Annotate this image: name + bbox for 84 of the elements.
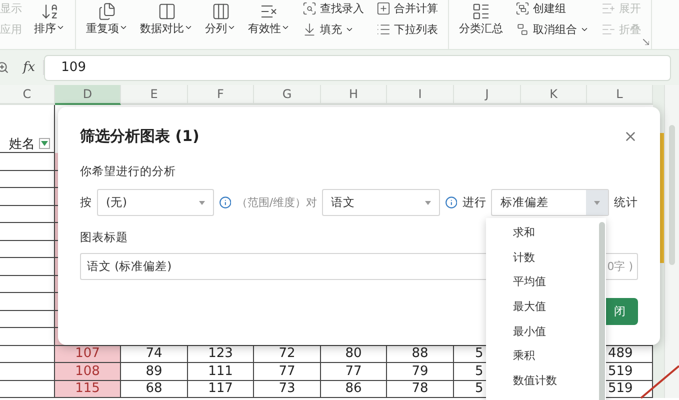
table-cell: 79 bbox=[387, 363, 454, 380]
table-cell bbox=[0, 293, 55, 310]
caret-icon bbox=[227, 23, 236, 32]
table-cell bbox=[0, 258, 55, 276]
table-cell bbox=[0, 276, 55, 293]
table-cell-text: 姓名 bbox=[9, 136, 35, 152]
ribbon-button[interactable]: 排序 bbox=[34, 0, 65, 48]
table-cell: 73 bbox=[254, 380, 321, 398]
table-cell bbox=[0, 310, 55, 328]
table-cell: 88 bbox=[387, 346, 454, 363]
group-icon bbox=[515, 1, 530, 16]
section-label: 你希望进行的分析 bbox=[80, 164, 176, 179]
table-cell bbox=[0, 188, 55, 206]
section-label: 图表标题 bbox=[80, 230, 128, 245]
ribbon-button[interactable]: 合并计算 bbox=[376, 1, 438, 16]
table-cell: 115 bbox=[55, 380, 121, 398]
list-minus-icon bbox=[601, 22, 616, 37]
ribbon-button[interactable]: 取消组合 bbox=[515, 22, 589, 37]
close-icon[interactable] bbox=[623, 129, 638, 144]
ribbon-button[interactable]: 查找录入 bbox=[302, 1, 364, 16]
table-cell: 89 bbox=[121, 363, 188, 380]
table-cell bbox=[0, 346, 55, 363]
table-cell: 108 bbox=[55, 363, 121, 380]
caret-icon bbox=[56, 23, 65, 32]
ribbon-button[interactable]: 创建组 bbox=[515, 1, 589, 16]
field-label: 按 bbox=[80, 195, 92, 210]
table-cell: 117 bbox=[188, 380, 254, 398]
caret-icon bbox=[580, 25, 589, 34]
caret-icon bbox=[198, 200, 205, 204]
table-cell bbox=[0, 363, 55, 380]
ribbon-button[interactable]: 有效性 bbox=[248, 0, 290, 48]
field-label: 统计 bbox=[614, 195, 638, 210]
range-hint: （范围/维度）对 bbox=[236, 195, 318, 210]
formula-field[interactable]: 109 bbox=[44, 54, 671, 80]
caret-icon bbox=[281, 23, 290, 32]
column-header[interactable]: D bbox=[55, 85, 121, 105]
ribbon-button[interactable]: 重复项 bbox=[86, 0, 128, 48]
caret-icon bbox=[119, 23, 128, 32]
table-cell: 68 bbox=[121, 380, 188, 398]
field-select[interactable]: 语文 bbox=[322, 189, 440, 216]
filter-button[interactable] bbox=[39, 138, 50, 149]
scan-icon bbox=[302, 1, 317, 16]
table-cell bbox=[0, 206, 55, 223]
info-icon[interactable] bbox=[218, 196, 232, 209]
caret-icon bbox=[424, 200, 431, 204]
group-select[interactable]: (无) bbox=[97, 189, 214, 216]
ribbon-button[interactable]: 填充 bbox=[302, 22, 364, 37]
dialog-title: 筛选分析图表 (1) bbox=[80, 127, 200, 146]
table-cell: 77 bbox=[254, 363, 321, 380]
table-cell bbox=[0, 170, 55, 188]
sort-icon bbox=[40, 2, 60, 21]
plus-square-icon bbox=[376, 1, 391, 16]
caret-icon bbox=[184, 23, 193, 32]
table-cell bbox=[0, 223, 55, 240]
list-plus-icon bbox=[601, 1, 616, 16]
files-icon bbox=[97, 2, 117, 21]
columns-icon bbox=[210, 2, 230, 21]
table-cell bbox=[0, 240, 55, 258]
table-cell: 123 bbox=[188, 346, 254, 363]
list-icon bbox=[471, 2, 491, 21]
ribbon-button[interactable]: 数据对比 bbox=[140, 0, 193, 48]
table-cell: 80 bbox=[321, 346, 387, 363]
ribbon-button[interactable]: 下拉列表 bbox=[376, 22, 438, 37]
table-cell: 86 bbox=[321, 380, 387, 398]
table-cell: 111 bbox=[188, 363, 254, 380]
table-cell: 74 bbox=[121, 346, 188, 363]
launcher-icon[interactable] bbox=[643, 39, 649, 45]
table-cell: 107 bbox=[55, 346, 121, 363]
ungroup-icon bbox=[515, 22, 530, 37]
table-cell: 78 bbox=[387, 380, 454, 398]
field-label: 进行 bbox=[462, 195, 486, 210]
info-icon[interactable] bbox=[444, 196, 458, 209]
annotation-line bbox=[639, 364, 679, 400]
stat-select[interactable]: 标准偏差 bbox=[491, 189, 609, 216]
ribbon-button[interactable]: 分类汇总 bbox=[459, 0, 503, 48]
caret-icon bbox=[594, 200, 600, 204]
table-cell: 72 bbox=[254, 346, 321, 363]
caret-icon bbox=[345, 25, 354, 34]
scrollbar-thumb[interactable] bbox=[669, 125, 675, 265]
fill-down-icon bbox=[302, 22, 317, 37]
columns-icon bbox=[156, 2, 176, 21]
table-cell: 77 bbox=[321, 363, 387, 380]
ribbon-button[interactable]: 分列 bbox=[205, 0, 236, 48]
scrollbar-thumb[interactable] bbox=[599, 222, 605, 400]
